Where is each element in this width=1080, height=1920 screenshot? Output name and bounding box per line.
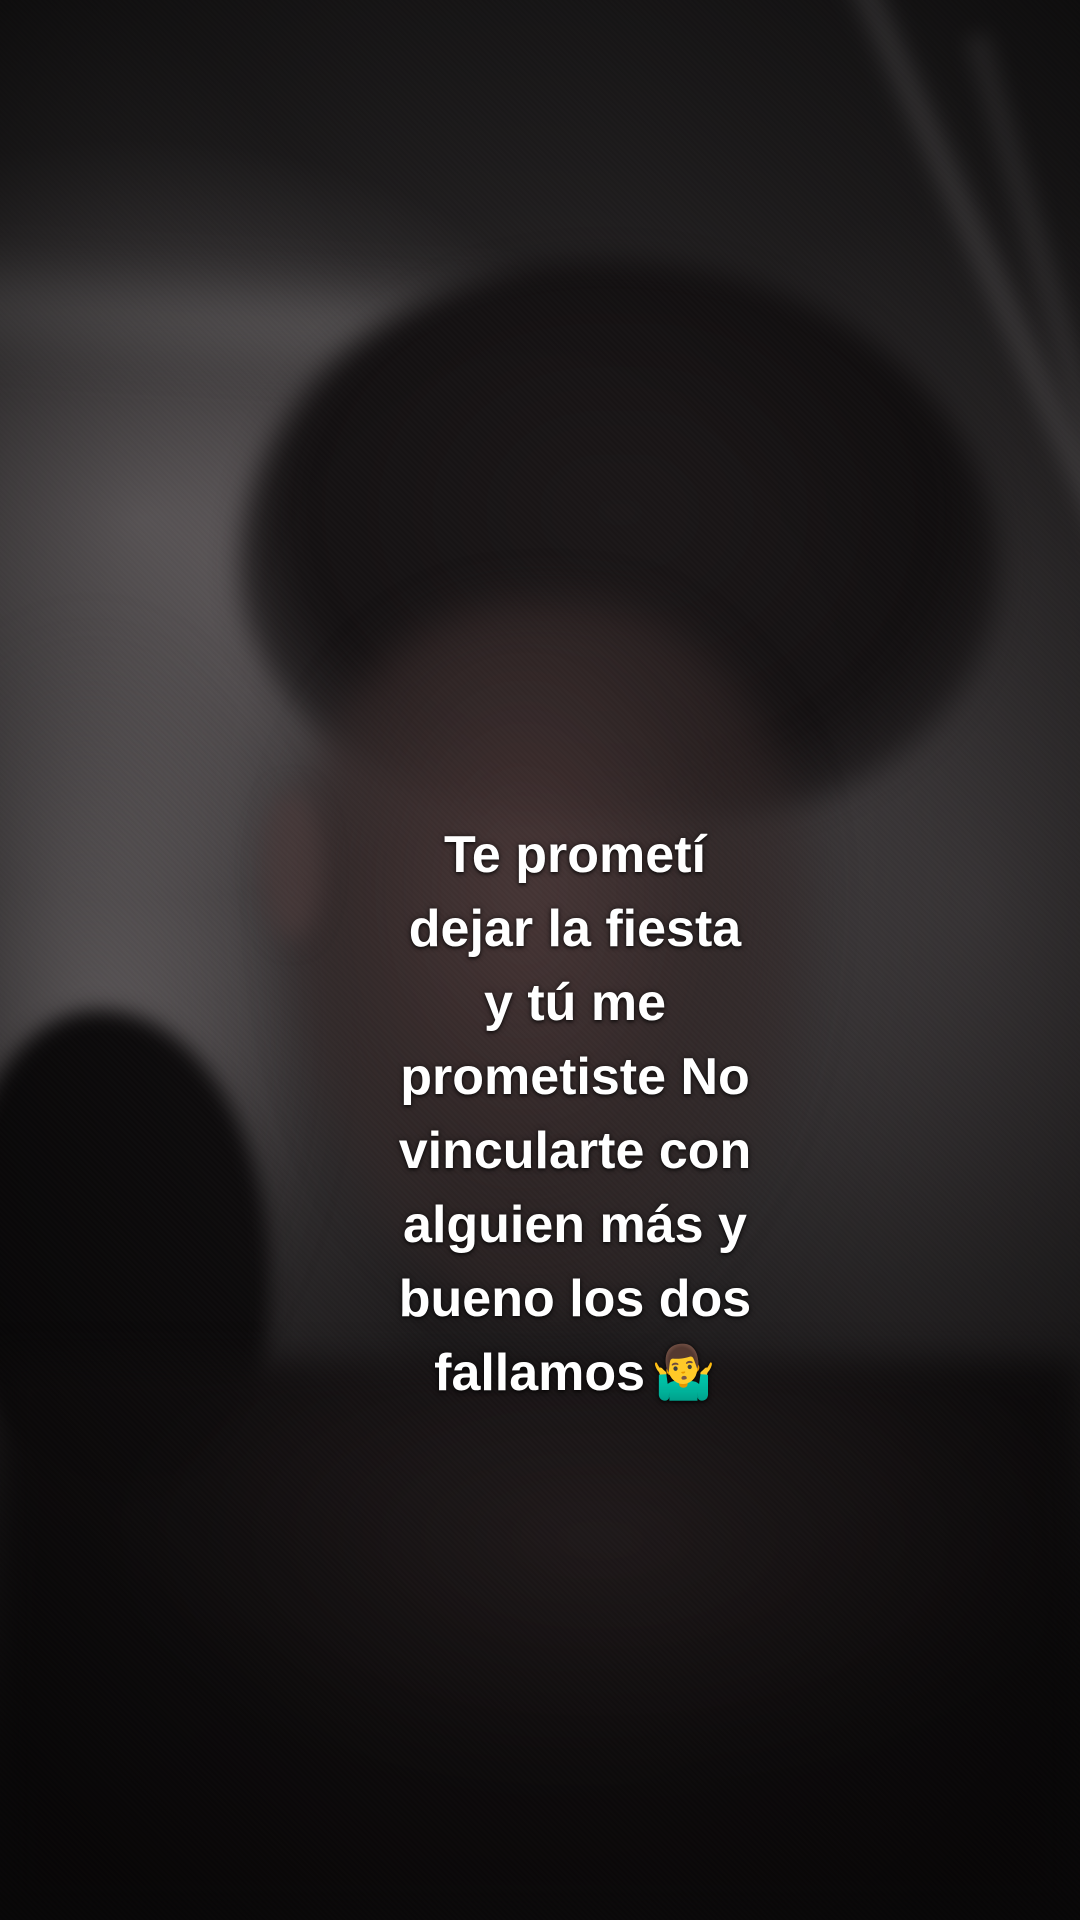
overlay-caption: Te prometí dejar la fiesta y tú me prome… (300, 818, 850, 1410)
caption-last-line: fallamos 🤷‍♂️ (300, 1336, 850, 1410)
caption-line: dejar la fiesta (408, 900, 742, 958)
man-shrugging-icon: 🤷‍♂️ (651, 1343, 716, 1403)
caption-line: bueno los dos (398, 1270, 752, 1328)
caption-line: alguien más y (403, 1196, 747, 1254)
caption-line: y tú me (483, 974, 667, 1032)
caption-line: vincularte con (398, 1122, 752, 1180)
caption-line: fallamos (434, 1344, 646, 1402)
caption-line: prometiste No (400, 1048, 750, 1106)
video-frame: Te prometí dejar la fiesta y tú me prome… (0, 0, 1080, 1920)
caption-line: Te prometí (444, 826, 706, 884)
person-body (0, 1360, 1080, 1920)
